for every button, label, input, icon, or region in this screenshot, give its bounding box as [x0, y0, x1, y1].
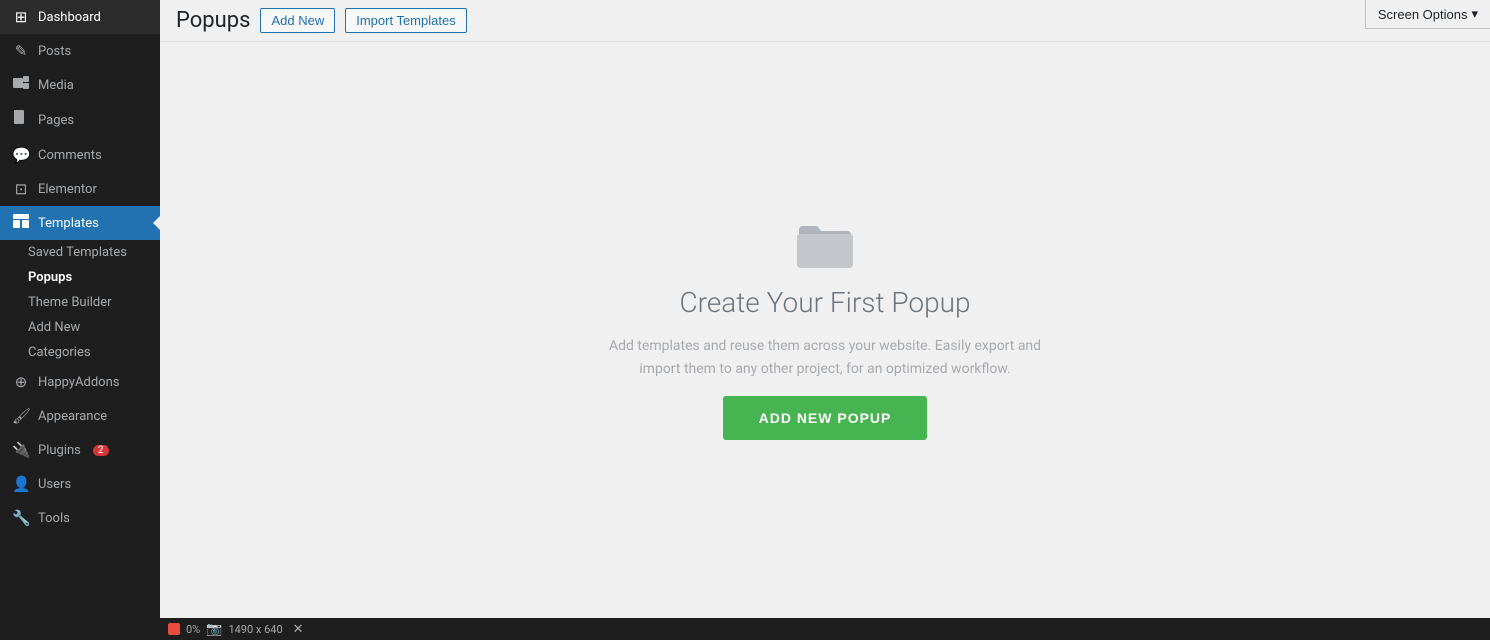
- screen-options-label: Screen Options: [1378, 7, 1468, 22]
- submenu-saved-templates[interactable]: Saved Templates: [0, 240, 160, 265]
- bottom-percent: 0%: [186, 623, 200, 636]
- users-icon: 👤: [12, 475, 30, 493]
- sidebar-item-label: Comments: [38, 148, 102, 163]
- import-templates-button[interactable]: Import Templates: [345, 8, 466, 33]
- add-new-button[interactable]: Add New: [260, 8, 335, 33]
- sidebar-item-label: Pages: [38, 113, 74, 128]
- empty-state-heading: Create Your First Popup: [679, 286, 970, 319]
- page-title: Popups: [176, 8, 250, 33]
- close-icon[interactable]: ✕: [293, 622, 304, 637]
- tools-icon: 🔧: [12, 509, 30, 527]
- sidebar-item-label: Elementor: [38, 182, 97, 197]
- sidebar-item-label: HappyAddons: [38, 375, 119, 390]
- sidebar-item-pages[interactable]: Pages: [0, 102, 160, 138]
- main-content: Popups Add New Import Templates Screen O…: [160, 0, 1490, 640]
- sidebar-item-tools[interactable]: 🔧 Tools: [0, 501, 160, 535]
- chevron-down-icon: ▾: [1471, 6, 1478, 22]
- plugins-badge: 2: [93, 445, 109, 456]
- submenu-add-new[interactable]: Add New: [0, 315, 160, 340]
- submenu-popups[interactable]: Popups: [0, 265, 160, 290]
- sidebar-item-posts[interactable]: ✎ Posts: [0, 34, 160, 68]
- camera-icon: 📷: [206, 622, 222, 637]
- topbar: Popups Add New Import Templates Screen O…: [160, 0, 1490, 42]
- happyaddons-icon: ⊕: [12, 373, 30, 391]
- comments-icon: 💬: [12, 146, 30, 164]
- sidebar-item-plugins[interactable]: 🔌 Plugins 2: [0, 433, 160, 467]
- plugins-icon: 🔌: [12, 441, 30, 459]
- sidebar-item-comments[interactable]: 💬 Comments: [0, 138, 160, 172]
- folder-icon: [795, 220, 855, 270]
- sidebar-item-dashboard[interactable]: ⊞ Dashboard: [0, 0, 160, 34]
- bottom-dimensions: 1490 x 640: [228, 623, 282, 636]
- sidebar-item-elementor[interactable]: ⊡ Elementor: [0, 172, 160, 206]
- dashboard-icon: ⊞: [12, 8, 30, 26]
- bottombar: 0% 📷 1490 x 640 ✕: [160, 618, 1490, 640]
- empty-state-description: Add templates and reuse them across your…: [609, 335, 1041, 380]
- sidebar-item-label: Appearance: [38, 409, 107, 424]
- templates-icon: [12, 214, 30, 232]
- posts-icon: ✎: [12, 42, 30, 60]
- empty-state: Create Your First Popup Add templates an…: [609, 220, 1041, 440]
- sidebar-item-label: Templates: [38, 216, 99, 231]
- sidebar-item-label: Posts: [38, 44, 71, 59]
- recording-indicator: [168, 623, 180, 635]
- submenu-theme-builder[interactable]: Theme Builder: [0, 290, 160, 315]
- add-new-popup-button[interactable]: ADD NEW POPUP: [723, 396, 928, 440]
- sidebar-item-media[interactable]: Media: [0, 68, 160, 102]
- content-area: Create Your First Popup Add templates an…: [160, 42, 1490, 618]
- sidebar-item-users[interactable]: 👤 Users: [0, 467, 160, 501]
- elementor-icon: ⊡: [12, 180, 30, 198]
- sidebar: ⊞ Dashboard ✎ Posts Media Pages 💬: [0, 0, 160, 640]
- sidebar-item-label: Users: [38, 477, 71, 492]
- sidebar-item-label: Tools: [38, 511, 70, 526]
- screen-options-button[interactable]: Screen Options ▾: [1365, 0, 1490, 29]
- pages-icon: [12, 110, 30, 130]
- sidebar-item-appearance[interactable]: 🖌 Appearance: [0, 399, 160, 433]
- sidebar-item-label: Media: [38, 78, 74, 93]
- appearance-icon: 🖌: [12, 407, 30, 425]
- sidebar-item-templates[interactable]: Templates: [0, 206, 160, 240]
- submenu-categories[interactable]: Categories: [0, 340, 160, 365]
- sidebar-item-label: Plugins: [38, 443, 81, 458]
- sidebar-item-happyaddons[interactable]: ⊕ HappyAddons: [0, 365, 160, 399]
- media-icon: [12, 76, 30, 94]
- sidebar-item-label: Dashboard: [38, 10, 101, 25]
